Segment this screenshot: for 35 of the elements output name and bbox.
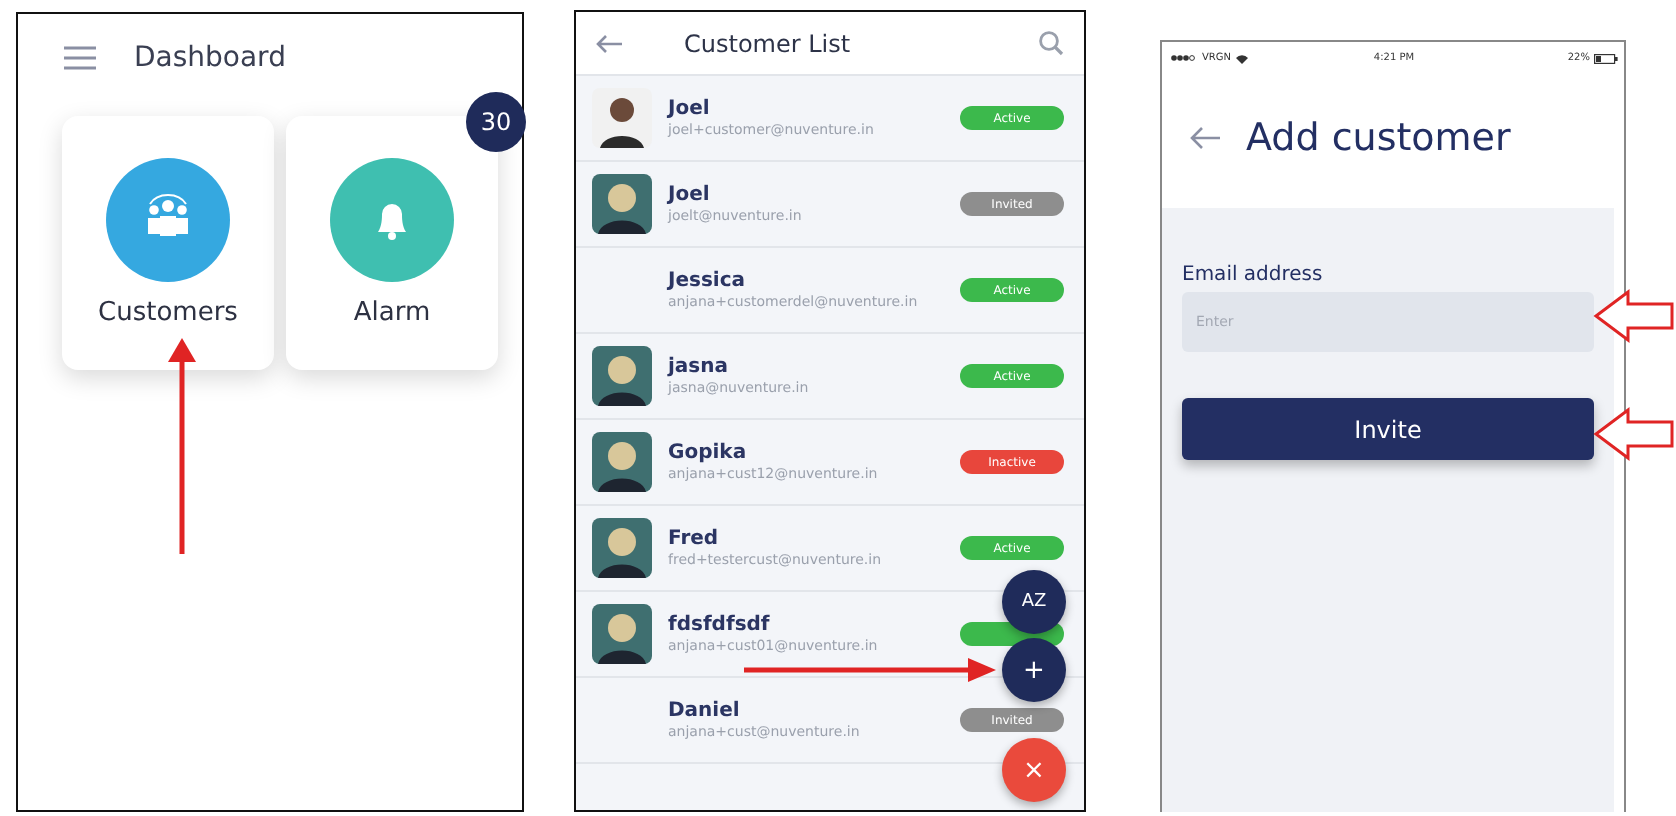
customer-name: Jessica [668,270,748,292]
customer-name: Gopika [668,442,749,464]
back-icon[interactable] [1190,126,1222,150]
customer-name: jasna [668,356,730,378]
dashboard-tile[interactable]: Customers [62,116,274,370]
screen-title: Dashboard [134,42,286,74]
avatar-icon [592,604,652,664]
menu-icon[interactable] [62,44,98,72]
invite-button[interactable]: Invite [1182,398,1594,460]
screen-title: Add customer [1246,116,1511,160]
tile-label: Customers [98,298,238,328]
avatar-icon [592,432,652,492]
add-button[interactable]: + [1002,638,1066,702]
back-icon[interactable] [596,33,624,53]
customer-name: Daniel [668,700,742,722]
customer-name: Joel [668,98,712,120]
signal-icon [1170,54,1198,62]
avatar-icon [592,174,652,234]
sort-button[interactable]: AZ [1002,570,1066,634]
avatar-icon [592,88,652,148]
customer-name: Joel [668,184,712,206]
battery-icon [1594,53,1618,63]
close-button[interactable]: × [1002,738,1066,802]
search-icon[interactable] [1038,30,1064,56]
avatar-icon [592,518,652,578]
screen-title: Customer List [684,29,853,57]
field-label: Email address [1182,264,1325,286]
annotation-arrow [1593,289,1674,343]
tile-label: Alarm [353,298,431,328]
customer-name: Fred [668,528,721,550]
wifi-icon [1235,53,1248,63]
annotation-arrow [1593,407,1674,461]
avatar-icon [592,346,652,406]
customer-name: fdsfdfsdf [668,614,772,636]
count-badge: 30 [466,92,526,152]
